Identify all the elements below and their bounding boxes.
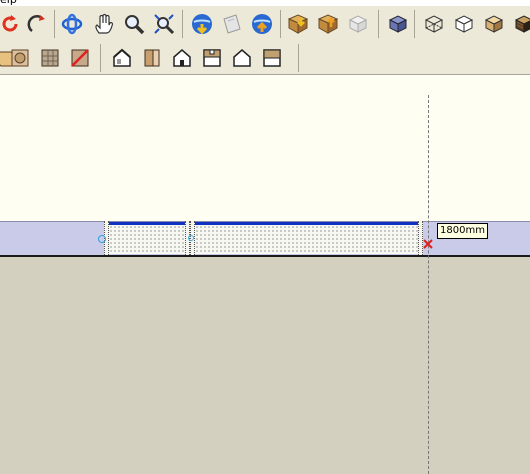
- section-fill-icon[interactable]: [8, 46, 32, 70]
- ground-edge-line: [0, 255, 530, 257]
- share-model-icon[interactable]: [220, 12, 244, 36]
- toolbar-separator: [100, 44, 101, 72]
- iso-view-button-icon[interactable]: [110, 46, 134, 70]
- toolbar-views: [0, 42, 530, 75]
- toolbar-separator: [298, 44, 299, 72]
- wall-panel[interactable]: [195, 222, 418, 254]
- midpoint-marker-icon: [188, 235, 194, 241]
- toolbar-standard: [0, 6, 530, 42]
- zoom-icon[interactable]: [122, 12, 146, 36]
- right-view-icon[interactable]: [200, 46, 224, 70]
- endpoint-marker-icon: [98, 235, 106, 243]
- xray-icon[interactable]: [38, 46, 62, 70]
- get-photo-texture-icon[interactable]: [286, 12, 310, 36]
- toolbar-separator: [414, 10, 415, 38]
- inference-guide-line: [428, 95, 429, 474]
- viewport-ground[interactable]: [0, 258, 530, 474]
- toolbar-separator: [182, 10, 183, 38]
- get-models-icon[interactable]: [190, 12, 214, 36]
- textured-style-icon[interactable]: [512, 12, 530, 36]
- toolbar-separator: [378, 10, 379, 38]
- left-view-icon[interactable]: [260, 46, 284, 70]
- shaded-style-icon[interactable]: [482, 12, 506, 36]
- dimension-tooltip: 1800mm: [437, 223, 488, 239]
- orbit-icon[interactable]: [60, 12, 84, 36]
- top-view-icon[interactable]: [140, 46, 164, 70]
- hidden-line-style-icon[interactable]: [452, 12, 476, 36]
- iso-view-icon[interactable]: [386, 12, 410, 36]
- front-view-icon[interactable]: [170, 46, 194, 70]
- wall-panel[interactable]: [109, 222, 185, 254]
- zoom-extents-icon[interactable]: [152, 12, 176, 36]
- back-view-icon[interactable]: [230, 46, 254, 70]
- undo-icon[interactable]: [0, 12, 22, 36]
- cursor-x-icon: [423, 234, 433, 253]
- component-icon[interactable]: [346, 12, 370, 36]
- viewport-sky[interactable]: [0, 75, 530, 221]
- pan-hand-icon[interactable]: [92, 12, 116, 36]
- back-edges-icon[interactable]: [68, 46, 92, 70]
- toolbar-separator: [54, 10, 55, 38]
- redo-icon[interactable]: [26, 12, 50, 36]
- upload-component-icon[interactable]: [250, 12, 274, 36]
- toolbar-separator: [280, 10, 281, 38]
- share-component-icon[interactable]: [316, 12, 340, 36]
- wireframe-style-icon[interactable]: [422, 12, 446, 36]
